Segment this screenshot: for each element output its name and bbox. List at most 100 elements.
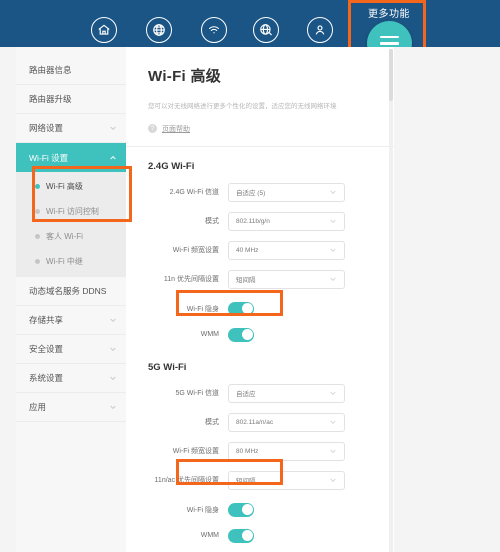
form-row-24g-channel: 2.4G Wi-Fi 信道 自适应 (5) (126, 180, 394, 205)
field-label: Wi-Fi 隐身 (126, 304, 228, 314)
form-row-24g-mode: 模式 802.11b/g/n (126, 209, 394, 234)
sidebar-item-label: 网络设置 (29, 122, 63, 134)
toggle-row-24g-hidden: Wi-Fi 隐身 (126, 296, 394, 322)
toggle-knob (242, 504, 253, 515)
toggle-knob (242, 530, 253, 541)
toggle-knob (242, 303, 253, 314)
select-value: 自适应 (236, 388, 256, 398)
bullet-icon (35, 234, 40, 239)
page-body: 路由器信息 路由器升级 网络设置 Wi-Fi 设置 Wi-Fi 高级 Wi-Fi… (0, 47, 500, 552)
page-help-link[interactable]: ? 页面帮助 (148, 124, 394, 134)
sidebar-item-label: 路由器升级 (29, 93, 72, 105)
select-24g-bandwidth[interactable]: 40 MHz (228, 241, 345, 260)
select-value: 短间隔 (236, 274, 256, 284)
sidebar-item-security-settings[interactable]: 安全设置 (16, 335, 126, 364)
field-label: WMM (126, 331, 228, 338)
sidebar-item-ddns[interactable]: 动态域名服务 DDNS (16, 277, 126, 306)
field-label: 5G Wi-Fi 信道 (126, 388, 228, 398)
chevron-down-icon (329, 476, 337, 484)
globe-icon[interactable] (146, 17, 172, 43)
sidebar-submenu-wifi: Wi-Fi 高级 Wi-Fi 访问控制 客人 Wi-Fi Wi-Fi 中继 (16, 172, 126, 277)
form-row-24g-guard-interval: 11n 优先间隔设置 短间隔 (126, 267, 394, 292)
sidebar-item-label: 路由器信息 (29, 64, 72, 76)
user-icon[interactable] (307, 17, 333, 43)
chevron-down-icon (109, 403, 117, 411)
sidebar-item-label: 动态域名服务 DDNS (29, 285, 106, 297)
toggle-knob (242, 329, 253, 340)
sidebar-item-apps[interactable]: 应用 (16, 393, 126, 422)
sidebar-item-guest-wifi[interactable]: 客人 Wi-Fi (16, 224, 126, 249)
select-value: 802.11a/n/ac (236, 419, 273, 426)
page-title: Wi-Fi 高级 (148, 65, 394, 86)
form-row-5g-bandwidth: Wi-Fi 频宽设置 80 MHz (126, 439, 394, 464)
select-5g-guard-interval[interactable]: 短间隔 (228, 471, 345, 490)
sidebar-item-wifi-repeater[interactable]: Wi-Fi 中继 (16, 249, 126, 274)
toggle-5g-wmm[interactable] (228, 529, 254, 543)
toggle-row-5g-hidden: Wi-Fi 隐身 (126, 497, 394, 523)
sidebar-subitem-label: Wi-Fi 中继 (46, 256, 83, 267)
sidebar-item-storage-share[interactable]: 存储共享 (16, 306, 126, 335)
scrollbar-thumb[interactable] (389, 49, 393, 101)
page-help-label: 页面帮助 (162, 124, 190, 134)
select-5g-channel[interactable]: 自适应 (228, 384, 345, 403)
select-value: 自适应 (5) (236, 187, 265, 197)
field-label: 2.4G Wi-Fi 信道 (126, 187, 228, 197)
chevron-down-icon (329, 246, 337, 254)
chevron-up-icon (109, 154, 117, 162)
select-value: 40 MHz (236, 247, 258, 254)
scrollbar-track[interactable] (389, 49, 393, 552)
sidebar-item-network-settings[interactable]: 网络设置 (16, 114, 126, 143)
field-label: 模式 (126, 417, 228, 427)
more-features-label: 更多功能 (355, 5, 423, 20)
form-row-5g-mode: 模式 802.11a/n/ac (126, 410, 394, 435)
sidebar-item-system-settings[interactable]: 系统设置 (16, 364, 126, 393)
toggle-24g-wmm[interactable] (228, 328, 254, 342)
field-label: 模式 (126, 216, 228, 226)
select-5g-bandwidth[interactable]: 80 MHz (228, 442, 345, 461)
sidebar-item-label: Wi-Fi 设置 (29, 152, 68, 164)
sidebar-item-router-info[interactable]: 路由器信息 (16, 56, 126, 85)
chevron-down-icon (329, 188, 337, 196)
select-24g-mode[interactable]: 802.11b/g/n (228, 212, 345, 231)
sidebar-item-wifi-settings[interactable]: Wi-Fi 设置 (16, 143, 126, 172)
section-title-24g: 2.4G Wi-Fi (148, 161, 394, 172)
select-24g-channel[interactable]: 自适应 (5) (228, 183, 345, 202)
field-label: 11n/ac 优先间隔设置 (126, 475, 228, 485)
page-description: 您可以对无线网络进行更多个性化的设置，适应您的无线网络环境 (148, 102, 353, 112)
toggle-row-5g-wmm: WMM (126, 523, 394, 549)
field-label: Wi-Fi 频宽设置 (126, 245, 228, 255)
toggle-5g-wifi-hidden[interactable] (228, 503, 254, 517)
select-value: 802.11b/g/n (236, 218, 270, 225)
chevron-down-icon (329, 275, 337, 283)
help-icon: ? (148, 124, 157, 133)
select-value: 短间隔 (236, 475, 256, 485)
header-divider (126, 146, 394, 147)
sidebar-lower-group: 动态域名服务 DDNS 存储共享 安全设置 系统设置 应用 (16, 277, 126, 422)
field-label: 11n 优先间隔设置 (126, 274, 228, 284)
top-navigation-bar: 更多功能 (0, 0, 500, 47)
form-row-5g-channel: 5G Wi-Fi 信道 自适应 (126, 381, 394, 406)
sidebar-subitem-label: Wi-Fi 访问控制 (46, 206, 99, 217)
field-label: Wi-Fi 隐身 (126, 505, 228, 515)
toggle-24g-wifi-hidden[interactable] (228, 302, 254, 316)
select-24g-guard-interval[interactable]: 短间隔 (228, 270, 345, 289)
sidebar-item-label: 系统设置 (29, 372, 63, 384)
internet-plug-icon[interactable] (253, 17, 279, 43)
form-row-5g-guard-interval: 11n/ac 优先间隔设置 短间隔 (126, 468, 394, 493)
chevron-down-icon (109, 374, 117, 382)
chevron-down-icon (329, 447, 337, 455)
sidebar-item-wifi-advanced[interactable]: Wi-Fi 高级 (16, 174, 126, 199)
chevron-down-icon (329, 389, 337, 397)
select-5g-mode[interactable]: 802.11a/n/ac (228, 413, 345, 432)
field-label: Wi-Fi 频宽设置 (126, 446, 228, 456)
sidebar-item-router-upgrade[interactable]: 路由器升级 (16, 85, 126, 114)
select-value: 80 MHz (236, 448, 258, 455)
sidebar-item-label: 应用 (29, 401, 46, 413)
home-icon[interactable] (91, 17, 117, 43)
chevron-down-icon (329, 418, 337, 426)
form-row-24g-bandwidth: Wi-Fi 频宽设置 40 MHz (126, 238, 394, 263)
sidebar-item-wifi-access-control[interactable]: Wi-Fi 访问控制 (16, 199, 126, 224)
wifi-icon[interactable] (201, 17, 227, 43)
nav-icon-group (0, 0, 500, 47)
content-header: Wi-Fi 高级 您可以对无线网络进行更多个性化的设置，适应您的无线网络环境 ?… (126, 47, 394, 134)
